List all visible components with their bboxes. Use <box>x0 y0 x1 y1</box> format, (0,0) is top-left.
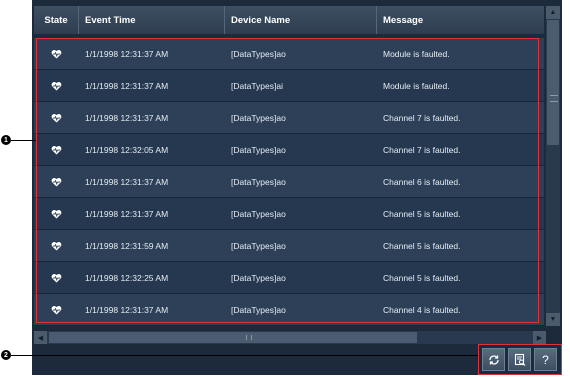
toolbar-highlight <box>478 344 562 375</box>
grip-icon <box>550 95 558 102</box>
horizontal-scrollbar[interactable]: ◀ ▶ <box>34 331 546 344</box>
vertical-scroll-thumb[interactable] <box>547 20 559 145</box>
vertical-scrollbar[interactable]: ▲ ▼ <box>546 6 560 326</box>
scroll-up-arrow-icon[interactable]: ▲ <box>546 6 560 19</box>
grip-icon <box>246 335 252 340</box>
horizontal-scroll-thumb[interactable] <box>49 332 417 343</box>
column-header-state[interactable]: State <box>34 6 79 34</box>
scroll-down-arrow-icon[interactable]: ▼ <box>546 313 560 326</box>
scroll-left-arrow-icon[interactable]: ◀ <box>34 331 47 344</box>
callout-leader-2 <box>11 355 478 356</box>
callout-1: 1 <box>1 135 11 145</box>
horizontal-scroll-track[interactable] <box>47 331 533 344</box>
column-header-message[interactable]: Message <box>377 6 544 34</box>
scroll-right-arrow-icon[interactable]: ▶ <box>533 331 546 344</box>
callout-2: 2 <box>1 350 11 360</box>
callout-leader-1 <box>11 140 36 141</box>
table-header: State Event Time Device Name Message <box>34 6 544 34</box>
column-header-device-name[interactable]: Device Name <box>225 6 377 34</box>
alarm-list-highlight <box>36 38 539 323</box>
column-header-event-time[interactable]: Event Time <box>79 6 225 34</box>
